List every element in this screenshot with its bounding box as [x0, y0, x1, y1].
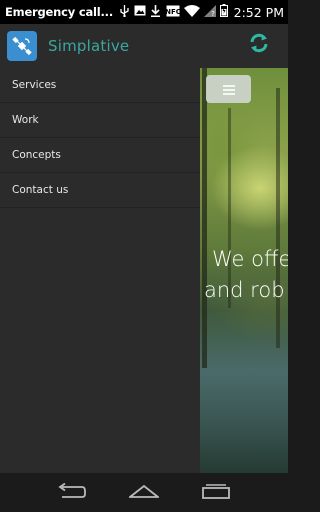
- drawer-item-label: Work: [12, 114, 39, 126]
- refresh-button[interactable]: [246, 32, 272, 58]
- recents-button[interactable]: [194, 478, 238, 508]
- hamburger-icon: [222, 80, 235, 99]
- hero-line-2: and rob: [204, 278, 285, 302]
- usb-icon: [119, 4, 130, 20]
- back-icon: [58, 482, 86, 503]
- hero-section: We offe and rob: [200, 68, 288, 473]
- drawer-item-label: Contact us: [12, 184, 69, 196]
- home-button[interactable]: [122, 478, 166, 508]
- satellite-icon[interactable]: [7, 31, 37, 61]
- back-button[interactable]: [50, 478, 94, 508]
- home-icon: [127, 483, 161, 502]
- hero-text: We offe and rob: [204, 244, 288, 306]
- drawer-item-services[interactable]: Services: [0, 68, 200, 103]
- system-nav-bar: [0, 473, 288, 512]
- signal-icon: ?: [203, 4, 216, 20]
- app-title: Simplative: [48, 37, 130, 55]
- drawer-item-label: Services: [12, 79, 57, 91]
- status-time: 2:52 PM: [233, 4, 284, 20]
- download-icon: [150, 4, 161, 20]
- drawer-item-label: Concepts: [12, 149, 61, 161]
- drawer-item-contact-us[interactable]: Contact us: [0, 173, 200, 208]
- image-icon: [134, 5, 146, 19]
- tree-trunk: [276, 88, 280, 348]
- app-bar: Simplative: [0, 24, 288, 68]
- navigation-drawer: Services Work Concepts Contact us: [0, 68, 200, 473]
- drawer-item-work[interactable]: Work: [0, 103, 200, 138]
- svg-text:?: ?: [211, 10, 215, 17]
- carrier-text: Emergency call...: [5, 5, 114, 19]
- drawer-item-concepts[interactable]: Concepts: [0, 138, 200, 173]
- hero-line-1: We offe: [212, 247, 288, 271]
- nfc-icon: NFC: [165, 5, 181, 20]
- refresh-icon: [248, 32, 270, 58]
- svg-text:NFC: NFC: [166, 8, 180, 16]
- tree-trunk: [202, 68, 207, 368]
- battery-icon: [219, 4, 228, 20]
- wifi-icon: [183, 4, 200, 20]
- recents-icon: [202, 483, 230, 503]
- status-bar: Emergency call... NFC ? 2:52 PM: [0, 0, 288, 24]
- menu-button[interactable]: [206, 75, 251, 103]
